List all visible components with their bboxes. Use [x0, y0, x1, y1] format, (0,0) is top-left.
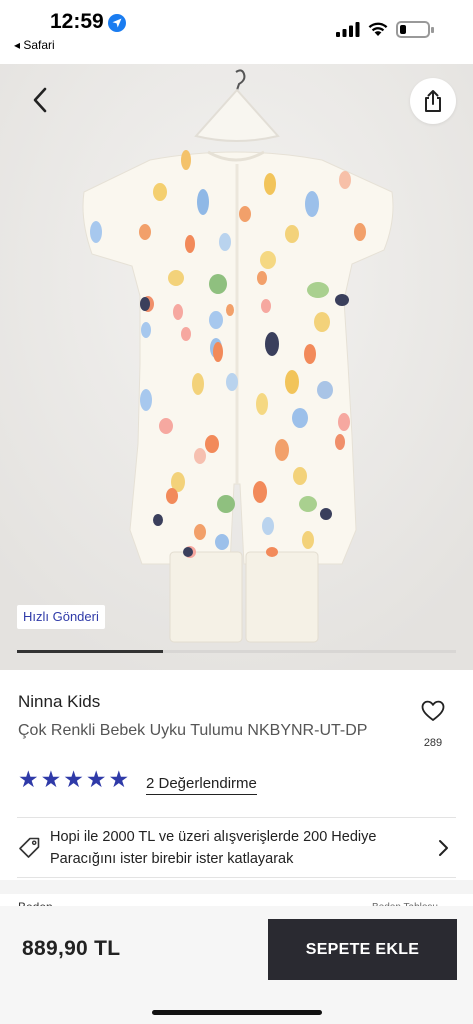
hopi-promo-banner[interactable]: Hopi ile 2000 TL ve üzeri alışverişlerde… — [17, 817, 456, 877]
promo-text: Hopi ile 2000 TL ve üzeri alışverişlerde… — [50, 829, 377, 867]
share-icon — [425, 90, 441, 112]
product-brand[interactable]: Ninna Kids — [18, 692, 100, 712]
product-image-gallery[interactable]: Hızlı Gönderi — [0, 64, 473, 670]
rating-stars: ★ ★ ★ ★ ★ — [18, 767, 129, 791]
star-icon: ★ — [40, 766, 62, 792]
product-photo-baby-sleepsuit — [0, 64, 473, 670]
heart-icon — [421, 700, 445, 721]
star-icon: ★ — [108, 766, 130, 792]
cellular-signal-icon — [336, 22, 360, 37]
location-arrow-icon — [108, 14, 126, 32]
favorite-count: 289 — [423, 737, 443, 749]
back-to-safari-link[interactable]: ◂ Safari — [14, 38, 55, 52]
wifi-icon — [368, 22, 388, 36]
product-name: Çok Renkli Bebek Uyku Tulumu NKBYNR-UT-D… — [18, 722, 368, 739]
share-button[interactable] — [410, 78, 456, 124]
status-time: 12:59 — [50, 10, 104, 33]
chevron-left-icon — [33, 87, 47, 113]
product-price: 889,90 TL — [22, 937, 121, 960]
divider — [17, 877, 456, 878]
bottom-purchase-bar: 889,90 TL SEPETE EKLE — [0, 906, 473, 1024]
star-icon: ★ — [18, 766, 39, 792]
star-icon: ★ — [85, 766, 107, 792]
tag-icon — [19, 837, 40, 858]
status-bar: 12:59 ◂ Safari — [0, 0, 473, 64]
back-button[interactable] — [22, 82, 58, 118]
gallery-progress-track — [17, 650, 456, 653]
reviews-link[interactable]: 2 Değerlendirme — [146, 775, 257, 795]
gallery-progress-fill — [17, 650, 164, 653]
favorite-button[interactable] — [410, 688, 456, 734]
battery-low-icon — [396, 21, 434, 38]
chevron-right-icon — [439, 840, 448, 856]
section-separator — [0, 880, 473, 894]
add-to-cart-button[interactable]: SEPETE EKLE — [268, 919, 457, 980]
home-indicator[interactable] — [152, 1010, 322, 1015]
star-icon: ★ — [63, 766, 84, 792]
fast-shipping-badge: Hızlı Gönderi — [17, 605, 105, 629]
